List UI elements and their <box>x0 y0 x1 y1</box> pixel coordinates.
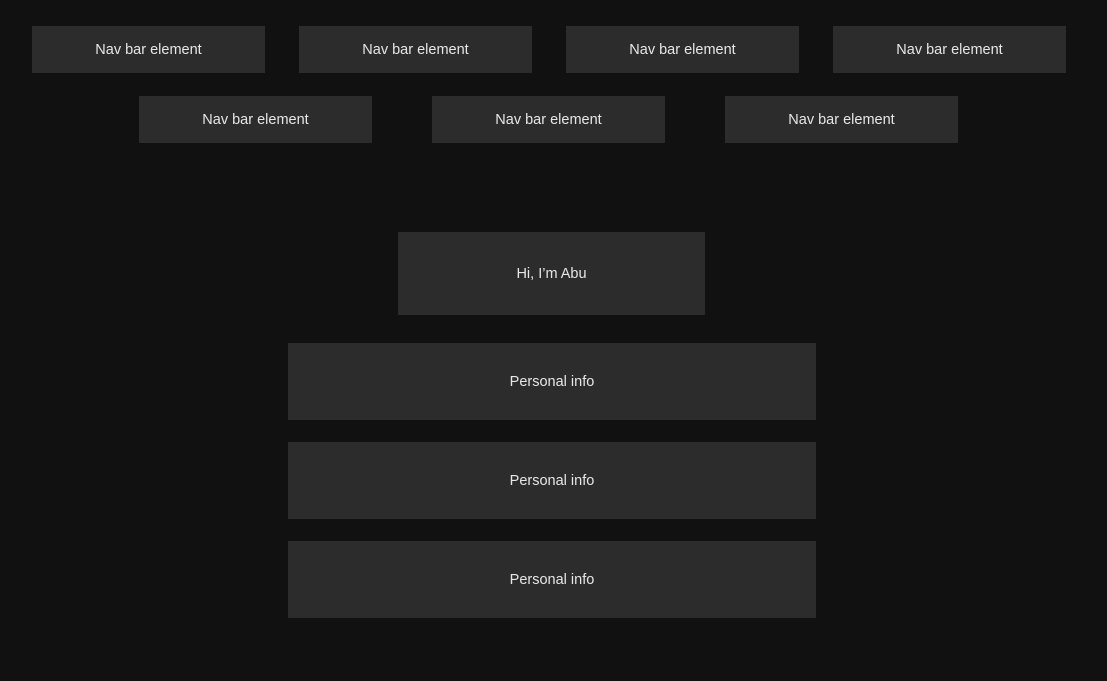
nav-item-2[interactable]: Nav bar element <box>299 26 532 73</box>
personal-info-section-2: Personal info <box>288 442 816 519</box>
personal-info-section-1: Personal info <box>288 343 816 420</box>
nav-item-3[interactable]: Nav bar element <box>566 26 799 73</box>
nav-item-7[interactable]: Nav bar element <box>725 96 958 143</box>
nav-item-6[interactable]: Nav bar element <box>432 96 665 143</box>
nav-item-5[interactable]: Nav bar element <box>139 96 372 143</box>
hero-greeting: Hi, I’m Abu <box>398 232 705 315</box>
personal-info-section-3: Personal info <box>288 541 816 618</box>
nav-item-1[interactable]: Nav bar element <box>32 26 265 73</box>
nav-item-4[interactable]: Nav bar element <box>833 26 1066 73</box>
